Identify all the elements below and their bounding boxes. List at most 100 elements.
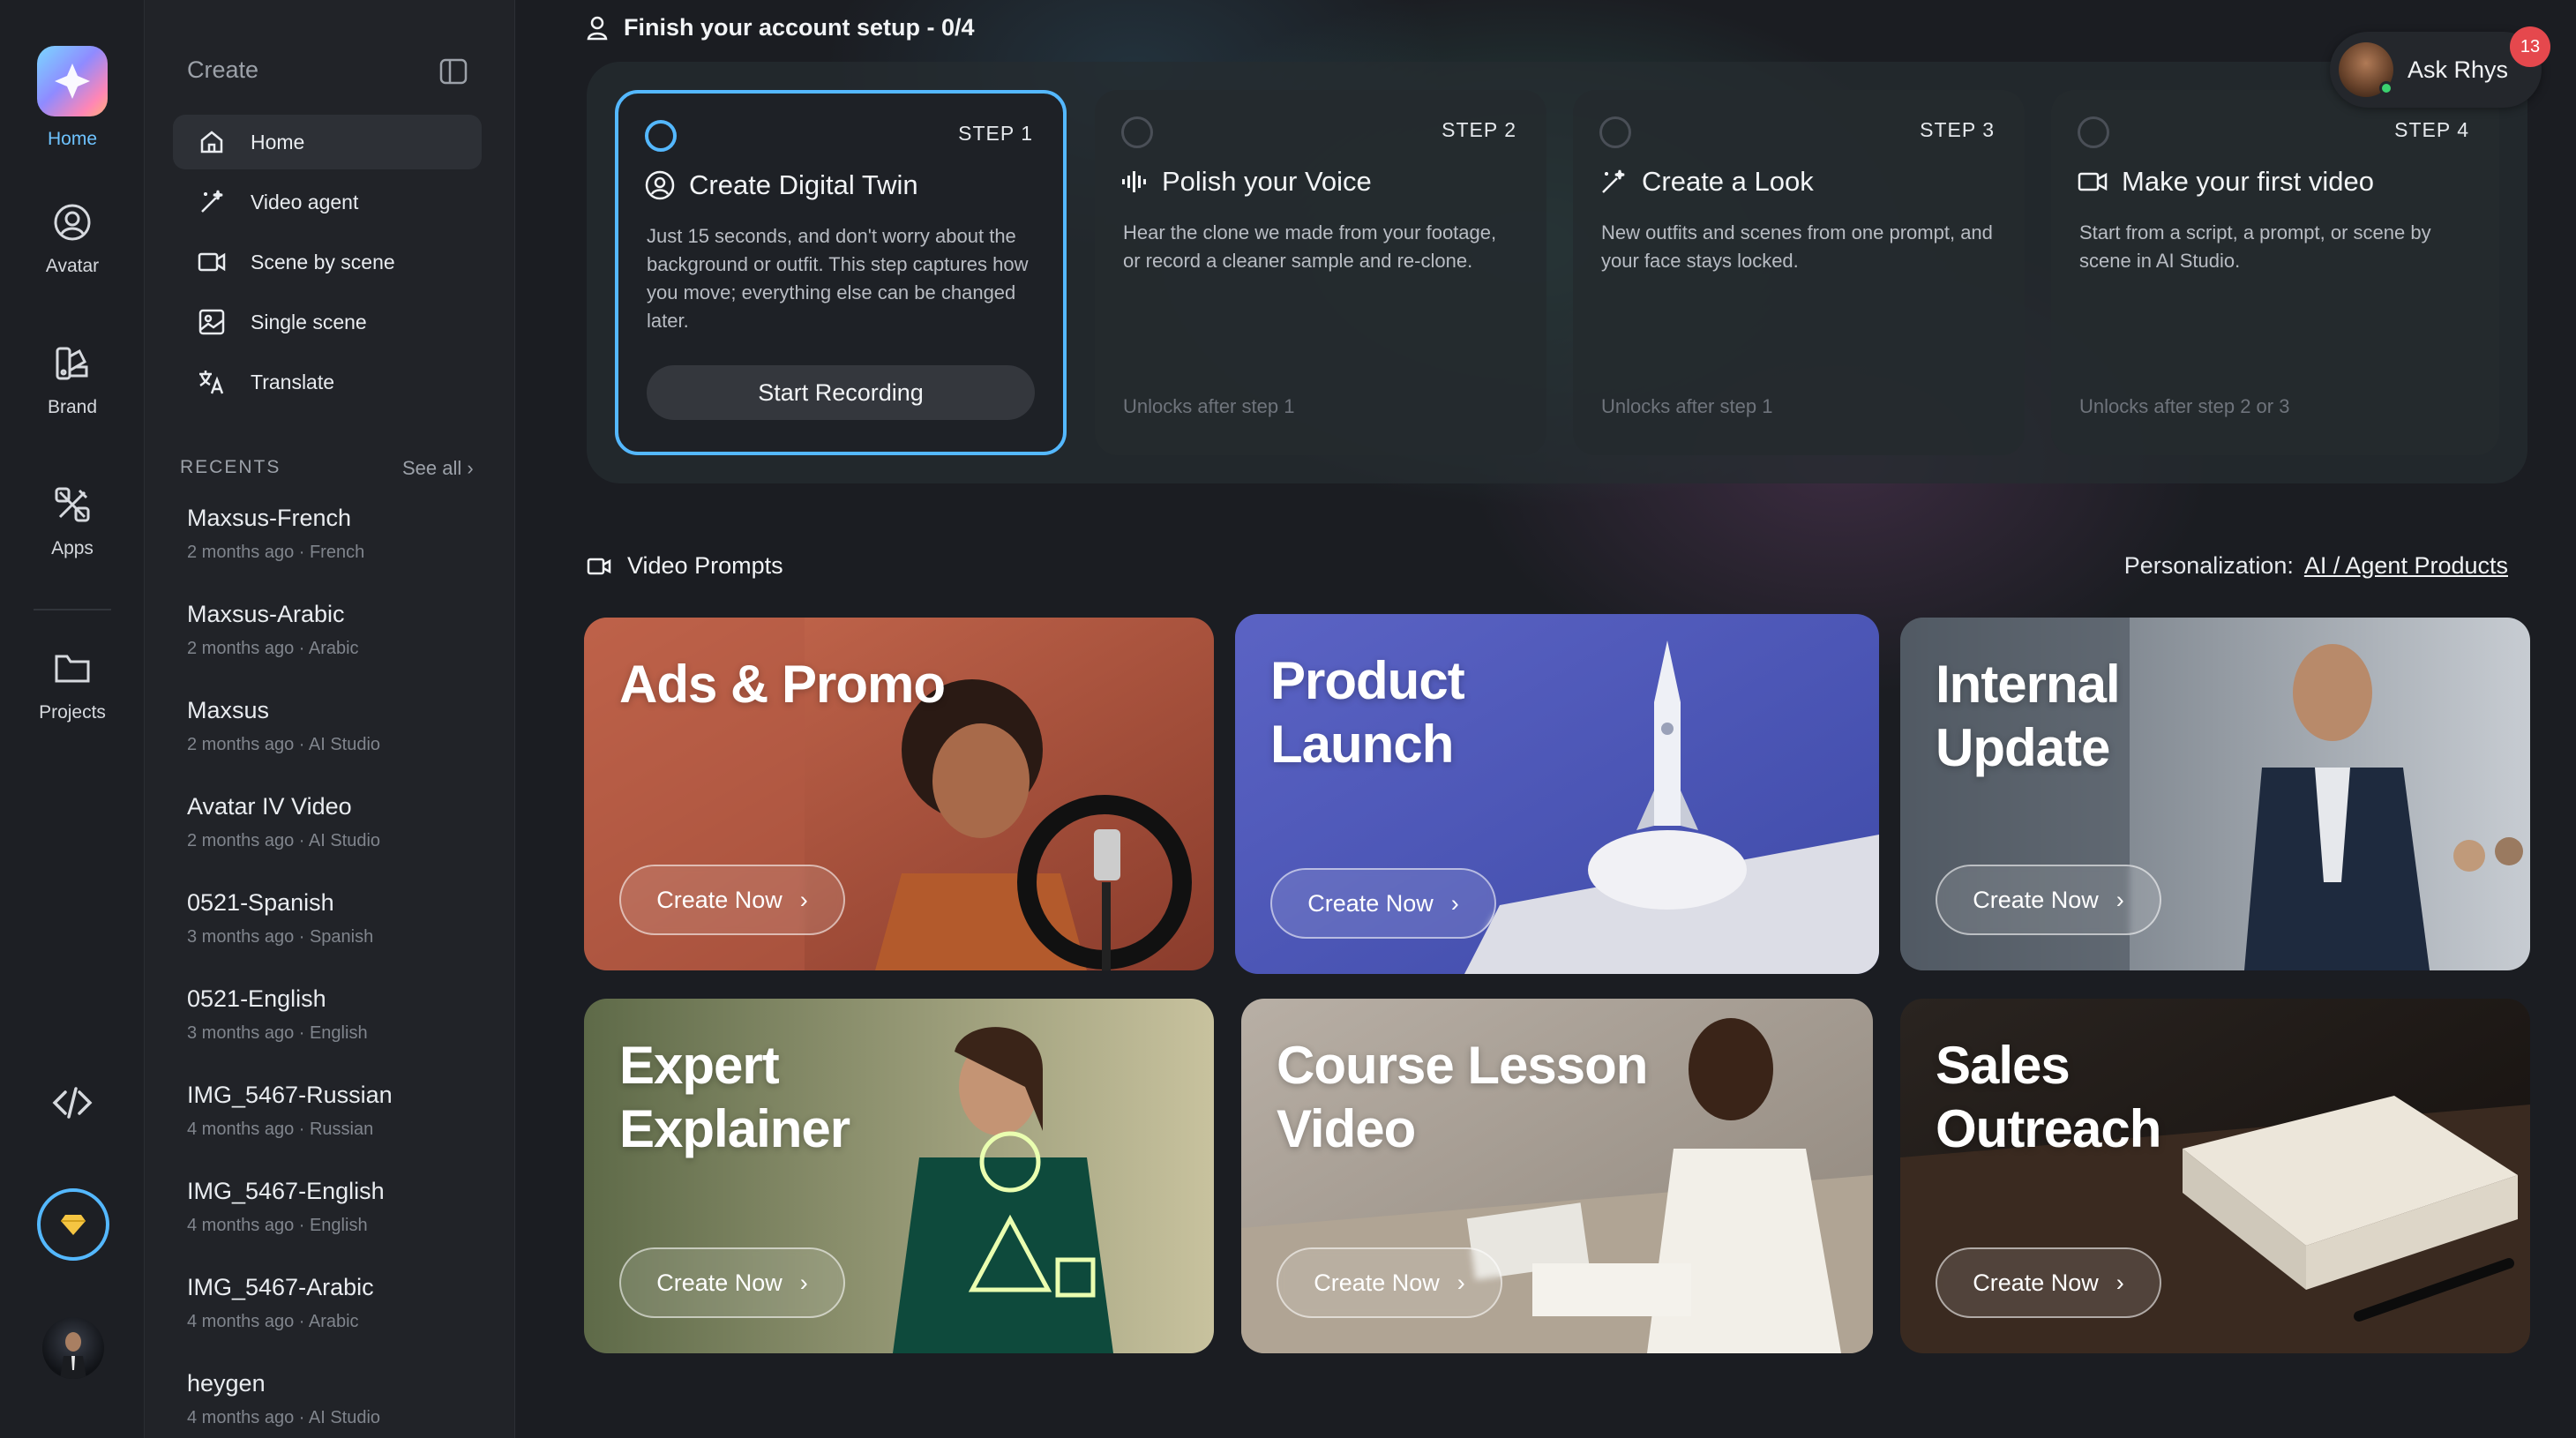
recent-meta: 3 months ago · English (187, 1023, 368, 1043)
ask-rhys-label: Ask Rhys (2408, 56, 2509, 83)
button-label: Create Now (1973, 886, 2099, 913)
recent-item[interactable]: Maxsus 2 months ago · AI Studio (187, 697, 469, 755)
recent-title: 0521-English (187, 985, 326, 1012)
setup-steps-panel: STEP 1 Create Digital Twin Just 15 secon… (587, 62, 2527, 483)
step-card-1[interactable]: STEP 1 Create Digital Twin Just 15 secon… (615, 90, 1067, 455)
recent-item[interactable]: IMG_5467-Arabic 4 months ago · Arabic (187, 1274, 469, 1332)
step-number: STEP 1 (958, 122, 1033, 145)
step-checkbox[interactable] (2078, 116, 2109, 148)
recent-meta: 4 months ago · AI Studio (187, 1408, 381, 1427)
sidebar-collapse-icon[interactable] (439, 58, 468, 89)
assistant-avatar (2339, 42, 2393, 97)
sidebar-item-label: Translate (251, 370, 335, 393)
primary-nav-rail: Home Avatar Brand Apps Projects (0, 0, 145, 1438)
prompt-card-product-launch[interactable]: Product Launch Create Now › (1235, 614, 1879, 974)
brand-icon (51, 342, 94, 385)
chevron-right-icon: › (1456, 1269, 1465, 1296)
sidebar-item-home[interactable]: Home (173, 115, 482, 169)
rail-label-avatar: Avatar (45, 256, 100, 276)
upgrade-button[interactable] (37, 1188, 109, 1261)
recent-meta: 4 months ago · Russian (187, 1120, 374, 1139)
rail-item-apps[interactable]: Apps (0, 483, 145, 559)
sidebar-title: Create (187, 56, 259, 83)
recent-title: Maxsus-French (187, 505, 352, 531)
folder-icon (51, 648, 94, 690)
step-card-4[interactable]: STEP 4 Make your first video Start from … (2051, 90, 2499, 455)
recent-title: IMG_5467-Russian (187, 1082, 393, 1108)
rail-item-projects[interactable]: Projects (0, 648, 145, 723)
recent-meta: 4 months ago · English (187, 1216, 368, 1235)
step-lock-note: Unlocks after step 1 (1123, 395, 1295, 417)
chevron-right-icon: › (1450, 889, 1459, 917)
chevron-right-icon: › (799, 1269, 808, 1296)
recent-item[interactable]: 0521-English 3 months ago · English (187, 985, 469, 1044)
rail-label-home: Home (47, 129, 98, 149)
setup-heading: Finish your account setup - 0/4 (587, 14, 975, 41)
create-now-button[interactable]: Create Now › (619, 1247, 845, 1318)
prompt-card-course-lesson[interactable]: Course Lesson Video Create Now › (1241, 999, 1873, 1353)
recent-meta: 4 months ago · Arabic (187, 1312, 359, 1331)
recent-title: Maxsus (187, 697, 270, 723)
recent-item[interactable]: Maxsus-Arabic 2 months ago · Arabic (187, 601, 469, 659)
sidebar-item-label: Home (251, 130, 305, 154)
rail-item-home[interactable]: Home (0, 46, 145, 150)
create-now-button[interactable]: Create Now › (1270, 868, 1496, 939)
step-checkbox[interactable] (1599, 116, 1631, 148)
personalization-link[interactable]: AI / Agent Products (2304, 552, 2508, 579)
recent-item[interactable]: Avatar IV Video 2 months ago · AI Studio (187, 793, 469, 851)
recent-item[interactable]: IMG_5467-Russian 4 months ago · Russian (187, 1082, 469, 1140)
create-now-button[interactable]: Create Now › (1277, 1247, 1502, 1318)
sidebar-item-label: Video agent (251, 190, 359, 213)
sidebar-item-video-agent[interactable]: Video agent (173, 175, 482, 229)
step-description: Hear the clone we made from your footage… (1123, 221, 1497, 272)
card-title: Product Launch (1270, 651, 1465, 774)
rail-item-brand[interactable]: Brand (0, 342, 145, 418)
prompt-card-expert-explainer[interactable]: Expert Explainer Create Now › (584, 999, 1214, 1353)
rail-label-brand: Brand (47, 397, 98, 417)
recent-title: IMG_5467-Arabic (187, 1274, 374, 1300)
sidebar-item-single-scene[interactable]: Single scene (173, 295, 482, 349)
sidebar-item-scene-by-scene[interactable]: Scene by scene (173, 235, 482, 289)
code-icon[interactable] (51, 1082, 94, 1128)
prompt-card-ads-promo[interactable]: Ads & Promo Create Now › (584, 618, 1214, 970)
button-label: Create Now (656, 1269, 783, 1296)
translate-icon (196, 366, 228, 398)
video-camera-icon (196, 246, 228, 278)
step-title-text: Create a Look (1642, 166, 1814, 197)
user-avatar[interactable] (42, 1317, 104, 1379)
video-prompts-heading: Video Prompts (587, 552, 783, 580)
card-title: Ads & Promo (619, 655, 946, 714)
start-recording-button[interactable]: Start Recording (647, 365, 1035, 420)
recent-title: Avatar IV Video (187, 793, 352, 820)
step-title-text: Create Digital Twin (689, 169, 918, 200)
create-now-button[interactable]: Create Now › (619, 865, 845, 935)
step-card-3[interactable]: STEP 3 Create a Look New outfits and sce… (1573, 90, 2025, 455)
button-label: Create Now (656, 886, 783, 913)
see-all-link[interactable]: See all › (402, 457, 474, 480)
create-now-button[interactable]: Create Now › (1936, 1247, 2161, 1318)
step-card-2[interactable]: STEP 2 Polish your Voice Hear the clone … (1095, 90, 1546, 455)
sidebar-item-translate[interactable]: Translate (173, 355, 482, 409)
recent-item[interactable]: 0521-Spanish 3 months ago · Spanish (187, 889, 469, 947)
recent-item[interactable]: Maxsus-French 2 months ago · French (187, 505, 469, 563)
recent-meta: 2 months ago · AI Studio (187, 735, 381, 754)
step-checkbox[interactable] (1121, 116, 1153, 148)
create-now-button[interactable]: Create Now › (1936, 865, 2161, 935)
prompt-card-internal-update[interactable]: Internal Update Create Now › (1900, 618, 2530, 970)
sidebar-item-label: Single scene (251, 310, 367, 333)
notification-badge: 13 (2510, 26, 2550, 67)
recent-item[interactable]: IMG_5467-English 4 months ago · English (187, 1178, 469, 1236)
chevron-right-icon: › (2115, 1269, 2124, 1296)
apps-icon (51, 483, 94, 526)
magic-wand-icon (196, 186, 228, 218)
video-camera-icon (587, 558, 611, 574)
personalization: Personalization: AI / Agent Products (2124, 552, 2508, 580)
rail-label-apps: Apps (51, 538, 94, 558)
recent-meta: 2 months ago · AI Studio (187, 831, 381, 850)
create-sidebar: Create Home Video agent Scene by scene S… (145, 0, 515, 1438)
step-checkbox[interactable] (645, 120, 677, 152)
prompt-card-sales-outreach[interactable]: Sales Outreach Create Now › (1900, 999, 2530, 1353)
rail-item-avatar[interactable]: Avatar (0, 201, 145, 277)
step-title: Polish your Voice (1121, 166, 1372, 198)
recent-item[interactable]: heygen 4 months ago · AI Studio (187, 1370, 469, 1428)
